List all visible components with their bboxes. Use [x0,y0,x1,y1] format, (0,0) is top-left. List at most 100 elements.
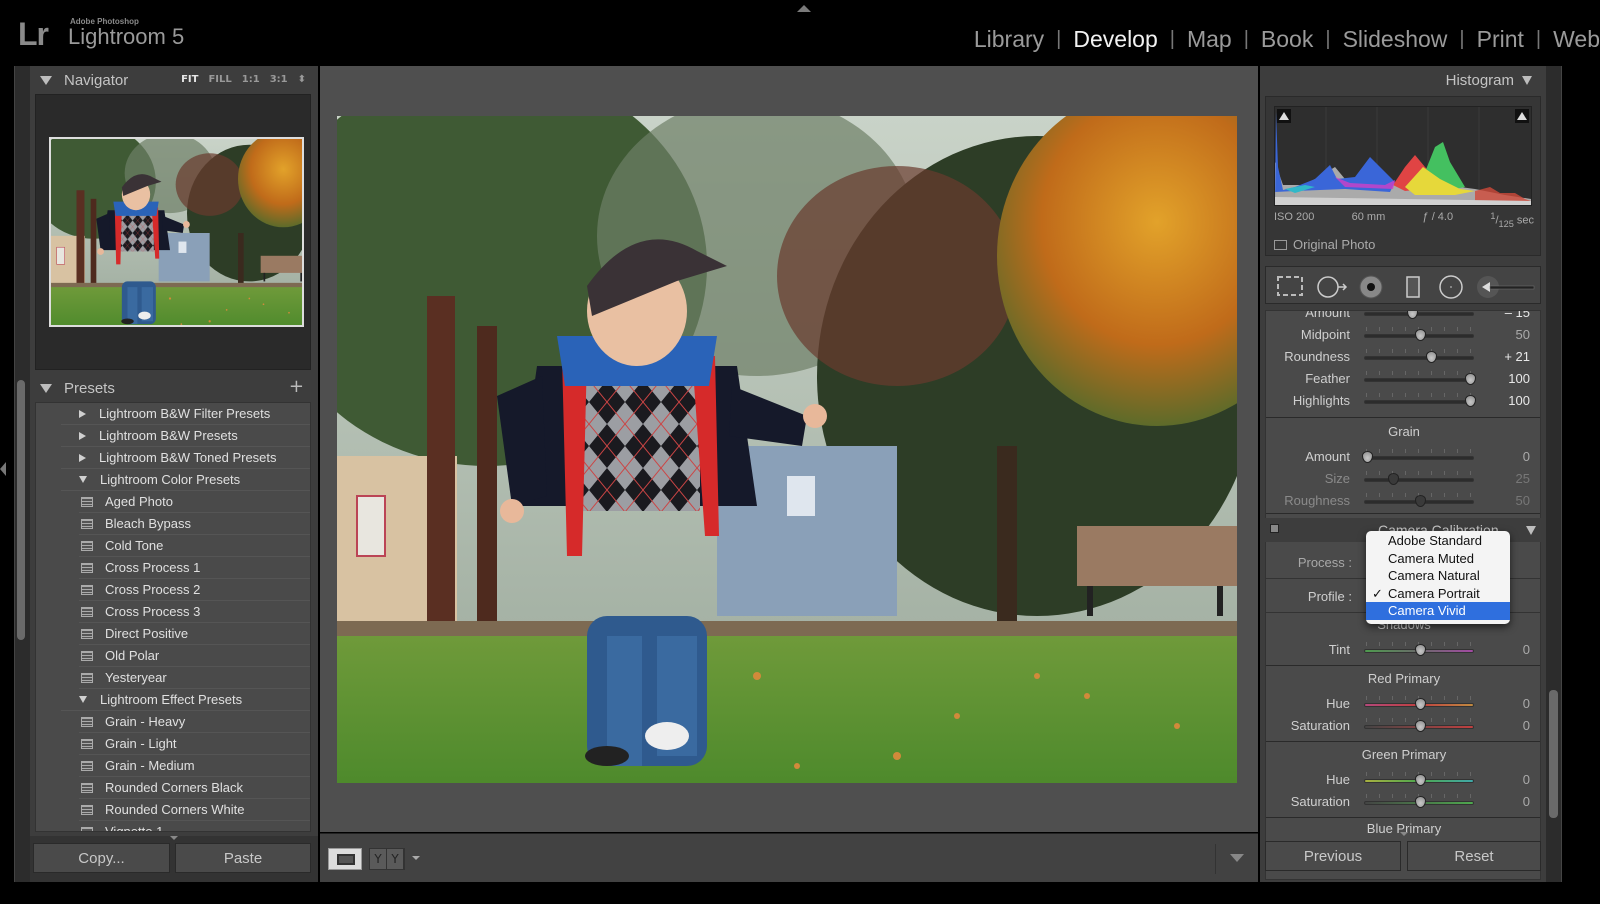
slider-track[interactable] [1364,644,1474,656]
module-print[interactable]: Print [1477,26,1524,53]
add-preset-icon[interactable]: + [289,376,304,397]
slider-thumb[interactable] [1415,698,1426,710]
navigator-thumbnail[interactable] [49,137,304,327]
slider-thumb[interactable] [1387,473,1399,485]
previous-button[interactable]: Previous [1265,841,1401,871]
slider-value[interactable]: 0 [1523,772,1530,787]
slider-value[interactable]: 25 [1516,471,1530,486]
zoom-option-1-1[interactable]: 1:1 [242,74,260,85]
profile-option-camera-vivid[interactable]: Camera Vivid [1366,602,1510,620]
right-panel-scrollbar[interactable] [1549,690,1558,818]
preset-item[interactable]: Old Polar [79,645,310,667]
preset-item[interactable]: Cold Tone [79,535,310,557]
spot-removal-icon[interactable] [1316,275,1350,299]
crop-overlay-icon[interactable] [1276,275,1304,297]
preset-item[interactable]: Rounded Corners Black [79,777,310,799]
preset-item[interactable]: Direct Positive [79,623,310,645]
slider-track[interactable] [1364,329,1474,341]
loupe-view-button[interactable] [328,848,362,870]
slider-value[interactable]: 0 [1523,696,1530,711]
preset-item[interactable]: Cross Process 1 [79,557,310,579]
profile-option-camera-natural[interactable]: Camera Natural [1366,567,1510,585]
image-canvas[interactable] [320,66,1258,832]
graduated-filter-icon[interactable] [1402,275,1424,299]
slider-thumb[interactable] [1464,395,1476,407]
shadow-clipping-icon[interactable] [1277,109,1291,123]
slider-thumb[interactable] [1415,720,1426,732]
preset-folder[interactable]: Lightroom B&W Presets [61,425,310,447]
original-photo-checkbox[interactable] [1274,239,1287,250]
zoom-option-3-1[interactable]: 3:1 [270,74,288,85]
collapse-triangle-icon[interactable] [40,383,52,393]
highlight-clipping-icon[interactable] [1515,109,1529,123]
original-photo-toggle[interactable]: Original Photo [1274,237,1375,252]
preset-item[interactable]: Grain - Light [79,733,310,755]
disclosure-collapsed-icon[interactable] [79,409,86,418]
reset-button[interactable]: Reset [1407,841,1541,871]
slider-value[interactable]: 0 [1523,718,1530,733]
preset-item[interactable]: Vignette 1 [79,821,310,831]
slider-track[interactable] [1364,473,1474,485]
slider-thumb[interactable] [1362,451,1374,463]
histogram-chart[interactable] [1274,106,1532,206]
preset-item[interactable]: Yesteryear [79,667,310,689]
slider-thumb[interactable] [1464,373,1476,385]
slider-value[interactable]: – 15 [1505,311,1530,320]
slider-track[interactable] [1364,373,1476,385]
preset-item[interactable]: Rounded Corners White [79,799,310,821]
panel-switch-icon[interactable] [1270,524,1279,533]
slider-value[interactable]: 50 [1516,493,1530,508]
slider-value[interactable]: 0 [1523,794,1530,809]
slider-value[interactable]: 100 [1508,393,1530,408]
slider-track[interactable] [1362,451,1474,463]
collapse-triangle-icon[interactable] [1522,76,1532,85]
slider-thumb[interactable] [1415,644,1426,656]
red-eye-icon[interactable] [1358,275,1384,299]
top-panel-toggle-icon[interactable] [797,5,811,12]
slider-thumb[interactable] [1407,311,1419,319]
preset-item[interactable]: Grain - Heavy [79,711,310,733]
left-panel-scrollbar[interactable] [17,380,25,640]
slider-track[interactable] [1364,796,1474,808]
adjustment-brush-icon[interactable] [1476,275,1536,299]
preset-folder[interactable]: Lightroom Color Presets [61,469,310,491]
slider-track[interactable] [1364,351,1474,363]
slider-track[interactable] [1364,395,1476,407]
module-slideshow[interactable]: Slideshow [1343,26,1448,53]
disclosure-collapsed-icon[interactable] [79,431,86,440]
module-library[interactable]: Library [974,26,1044,53]
histogram-header[interactable]: Histogram [1446,72,1532,89]
zoom-option-fill[interactable]: FILL [208,74,231,85]
preset-item[interactable]: Cross Process 3 [79,601,310,623]
zoom-stepper-icon[interactable]: ⬍ [298,74,306,85]
slider-thumb[interactable] [1426,351,1437,363]
disclosure-expanded-icon[interactable] [79,476,87,483]
left-panel-toggle-icon[interactable] [0,462,6,476]
collapse-triangle-icon[interactable] [1526,526,1536,535]
profile-option-camera-muted[interactable]: Camera Muted [1366,550,1510,568]
slider-track[interactable] [1364,698,1474,710]
module-develop[interactable]: Develop [1073,26,1157,53]
slider-thumb[interactable] [1415,774,1426,786]
slider-track[interactable] [1364,720,1474,732]
preset-folder[interactable]: Lightroom B&W Filter Presets [61,403,310,425]
slider-value[interactable]: 50 [1516,327,1530,342]
slider-thumb[interactable] [1415,329,1426,341]
presets-header[interactable]: Presets + [30,374,318,402]
slider-track[interactable] [1364,774,1474,786]
before-after-dropdown-icon[interactable] [412,856,420,860]
preset-folder[interactable]: Lightroom Effect Presets [61,689,310,711]
module-web[interactable]: Web [1553,26,1600,53]
preset-folder[interactable]: Lightroom B&W Toned Presets [61,447,310,469]
module-book[interactable]: Book [1261,26,1313,53]
preset-item[interactable]: Aged Photo [79,491,310,513]
preset-item[interactable]: Grain - Medium [79,755,310,777]
profile-option-adobe-standard[interactable]: Adobe Standard [1366,532,1510,550]
before-after-button[interactable]: Y Y [369,848,405,870]
navigator-preview[interactable] [35,94,311,370]
preset-item[interactable]: Cross Process 2 [79,579,310,601]
slider-value[interactable]: 0 [1523,449,1530,464]
slider-value[interactable]: 100 [1508,371,1530,386]
copy-button[interactable]: Copy... [33,843,170,873]
main-photo[interactable] [337,116,1237,783]
